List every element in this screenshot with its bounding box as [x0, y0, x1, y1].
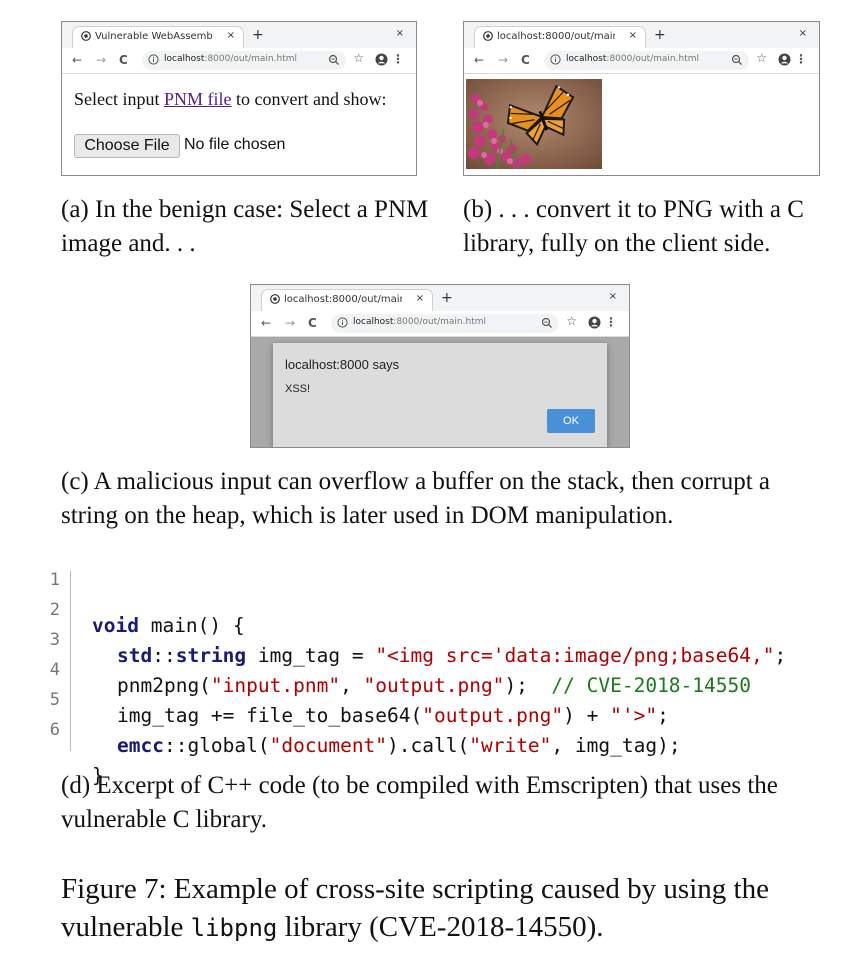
caption-d: (d) Excerpt of C++ code (to be compiled … [61, 772, 778, 833]
tab-title: Vulnerable WebAssembly / [95, 31, 213, 42]
tab-close-icon[interactable]: × [629, 30, 637, 41]
info-icon [337, 317, 348, 328]
code-line: 2 std::string img_tag = "<img src='data:… [40, 598, 786, 667]
bookmark-star-icon[interactable]: ☆ [756, 51, 767, 65]
figure-caption: Figure 7: Example of cross-site scriptin… [61, 873, 769, 943]
ok-button[interactable]: OK [547, 409, 595, 433]
pnm-file-link[interactable]: PNM file [164, 89, 232, 109]
info-icon [550, 54, 561, 65]
window-close-button[interactable]: × [799, 28, 807, 39]
forward-arrow-icon[interactable]: → [96, 53, 106, 67]
url-text: localhost:8000/out/main.html [353, 317, 486, 327]
info-icon [148, 54, 159, 65]
alert-dialog: localhost:8000 says XSS! OK [273, 343, 607, 447]
reload-icon[interactable]: C [308, 316, 317, 330]
line-number: 6 [49, 720, 60, 740]
line-number: 2 [49, 600, 60, 620]
back-arrow-icon[interactable]: ← [261, 316, 271, 330]
library-name: libpng [190, 914, 278, 942]
globe-icon [270, 294, 280, 304]
browser-window-b: localhost:8000/out/main.h × + × ← → C lo… [463, 21, 820, 176]
tab-strip: Vulnerable WebAssembly / × + × [62, 22, 416, 48]
tab-title: localhost:8000/out/main.h [284, 294, 402, 305]
tab-strip: localhost:8000/out/main.h × + × [464, 22, 819, 48]
code-line: 4 img_tag += file_to_base64("output.png"… [40, 658, 669, 727]
reload-icon[interactable]: C [521, 53, 530, 67]
browser-toolbar: ← → C localhost:8000/out/main.html ☆ ⋮ [464, 48, 819, 74]
new-tab-button[interactable]: + [252, 27, 264, 43]
back-arrow-icon[interactable]: ← [72, 53, 82, 67]
globe-icon [81, 31, 91, 41]
zoom-icon[interactable] [731, 54, 743, 66]
browser-tab[interactable]: localhost:8000/out/main.h × [474, 26, 646, 48]
address-bar[interactable]: localhost:8000/out/main.html [142, 51, 346, 70]
caption-b: (b) . . . convert it to PNG with a C lib… [463, 196, 804, 257]
browser-tab[interactable]: localhost:8000/out/main.h × [261, 289, 433, 311]
code-line: 6 } [40, 718, 104, 787]
butterfly-image [466, 79, 602, 169]
page-content: Select input PNM file to convert and sho… [74, 89, 387, 109]
bookmark-star-icon[interactable]: ☆ [353, 51, 364, 65]
url-text: localhost:8000/out/main.html [164, 54, 297, 64]
account-icon[interactable] [375, 53, 388, 66]
dialog-message: XSS! [285, 383, 311, 395]
code-line: 3 pnm2png("input.pnm", "output.png"); //… [40, 628, 751, 697]
zoom-icon[interactable] [541, 317, 553, 329]
url-text: localhost:8000/out/main.html [566, 54, 699, 64]
bookmark-star-icon[interactable]: ☆ [566, 314, 577, 328]
window-close-button[interactable]: × [396, 28, 404, 39]
zoom-icon[interactable] [328, 54, 340, 66]
tab-strip: localhost:8000/out/main.h × + × [251, 285, 629, 311]
line-number: 4 [49, 660, 60, 680]
new-tab-button[interactable]: + [441, 290, 453, 306]
account-icon[interactable] [778, 53, 791, 66]
code-line: 5 emcc::global("document").call("write",… [40, 688, 681, 757]
forward-arrow-icon[interactable]: → [498, 53, 508, 67]
globe-icon [483, 31, 493, 41]
browser-toolbar: ← → C localhost:8000/out/main.html ☆ ⋮ [62, 48, 416, 74]
dialog-title: localhost:8000 says [285, 357, 400, 372]
caption-c: (c) A malicious input can overflow a buf… [61, 468, 771, 529]
choose-file-button[interactable]: Choose File [74, 134, 180, 158]
window-close-button[interactable]: × [609, 291, 617, 302]
back-arrow-icon[interactable]: ← [474, 53, 484, 67]
browser-window-a: Vulnerable WebAssembly / × + × ← → C loc… [61, 21, 417, 176]
line-number: 3 [49, 630, 60, 650]
browser-tab[interactable]: Vulnerable WebAssembly / × [72, 26, 244, 48]
address-bar[interactable]: localhost:8000/out/main.html [331, 314, 559, 333]
browser-window-c: localhost:8000/out/main.h × + × ← → C lo… [250, 284, 630, 448]
caption-a: (a) In the benign case: Select a PNM ima… [61, 196, 429, 257]
address-bar[interactable]: localhost:8000/out/main.html [544, 51, 749, 70]
no-file-chosen-text: No file chosen [184, 136, 286, 153]
menu-icon[interactable]: ⋮ [605, 315, 617, 329]
tab-title: localhost:8000/out/main.h [497, 31, 615, 42]
account-icon[interactable] [588, 316, 601, 329]
line-number: 1 [49, 570, 60, 590]
tab-close-icon[interactable]: × [416, 293, 424, 304]
reload-icon[interactable]: C [119, 53, 128, 67]
menu-icon[interactable]: ⋮ [795, 52, 807, 66]
tab-close-icon[interactable]: × [227, 30, 235, 41]
new-tab-button[interactable]: + [654, 27, 666, 43]
code-line: 1 void main() { [40, 568, 245, 637]
menu-icon[interactable]: ⋮ [392, 52, 404, 66]
line-number: 5 [49, 690, 60, 710]
forward-arrow-icon[interactable]: → [285, 316, 295, 330]
browser-toolbar: ← → C localhost:8000/out/main.html ☆ ⋮ [251, 311, 629, 337]
